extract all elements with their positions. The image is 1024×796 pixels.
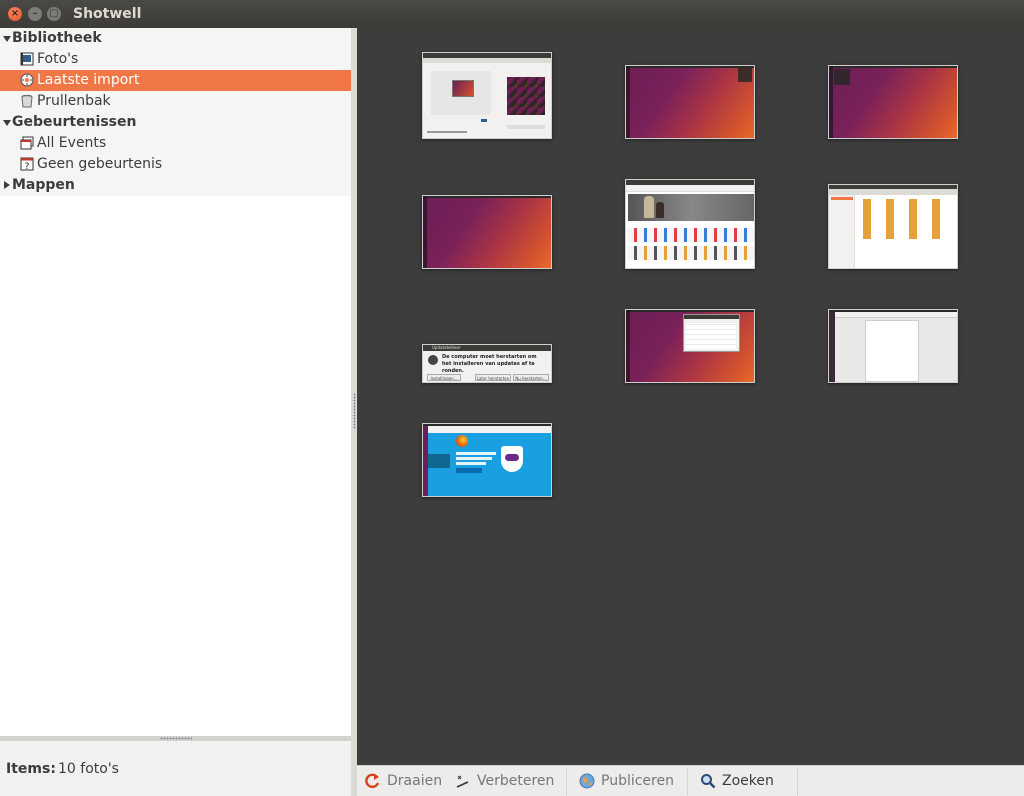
grip-dots bbox=[160, 737, 192, 740]
publish-globe-icon bbox=[579, 773, 595, 789]
sidebar-item-no-event[interactable]: ? Geen gebeurtenis bbox=[0, 154, 351, 175]
photo-thumbnail[interactable] bbox=[828, 184, 958, 269]
update-dialog-message: De computer moet herstarten om het insta… bbox=[442, 354, 537, 374]
sidebar-item-label: Laatste import bbox=[37, 72, 140, 88]
sidebar-category-folders[interactable]: Mappen bbox=[0, 175, 351, 196]
photo-thumbnail[interactable] bbox=[828, 65, 958, 139]
events-icon bbox=[20, 136, 34, 150]
sidebar: Bibliotheek Foto's Laatste import Prulle… bbox=[0, 28, 351, 796]
sidebar-item-photos[interactable]: Foto's bbox=[0, 49, 351, 70]
items-count-value: 10 foto's bbox=[58, 761, 119, 777]
sidebar-empty-area bbox=[0, 196, 351, 736]
update-dialog-restart-now-button: Nu herstarten... bbox=[513, 374, 549, 381]
publish-button-label: Publiceren bbox=[601, 773, 674, 789]
firefox-logo-icon bbox=[456, 435, 468, 447]
search-button-label: Zoeken bbox=[722, 773, 774, 789]
sidebar-item-all-events[interactable]: All Events bbox=[0, 133, 351, 154]
sidebar-item-label: All Events bbox=[37, 135, 107, 151]
photo-thumbnail[interactable] bbox=[625, 65, 755, 139]
toolbar-separator bbox=[687, 768, 688, 795]
expander-down-icon[interactable] bbox=[3, 120, 11, 126]
sidebar-category-label: Mappen bbox=[12, 177, 75, 193]
update-dialog-thumbnail[interactable]: Updatebeheer De computer moet herstarten… bbox=[422, 344, 552, 383]
update-dialog-settings-button: Instellingen... bbox=[427, 374, 461, 381]
status-area: Items: 10 foto's bbox=[0, 741, 351, 796]
enhance-wand-icon bbox=[456, 775, 469, 788]
expander-down-icon[interactable] bbox=[3, 36, 11, 42]
items-count-label: Items: bbox=[6, 761, 56, 777]
sidebar-category-events[interactable]: Gebeurtenissen bbox=[0, 112, 351, 133]
search-icon bbox=[701, 774, 716, 789]
last-import-icon bbox=[20, 73, 34, 87]
toolbar-separator bbox=[566, 768, 567, 795]
close-window-button[interactable]: × bbox=[8, 7, 22, 21]
toolbar-separator bbox=[797, 768, 798, 795]
maximize-window-button[interactable]: □ bbox=[47, 7, 61, 21]
sidebar-tree: Bibliotheek Foto's Laatste import Prulle… bbox=[0, 28, 351, 196]
sidebar-item-label: Foto's bbox=[37, 51, 79, 67]
photo-thumbnail[interactable] bbox=[422, 423, 552, 497]
photo-thumbnail[interactable] bbox=[422, 52, 552, 139]
sidebar-item-trash[interactable]: Prullenbak bbox=[0, 91, 351, 112]
sidebar-category-label: Gebeurtenissen bbox=[12, 114, 137, 130]
enhance-button-label: Verbeteren bbox=[477, 773, 555, 789]
photo-thumbnail[interactable] bbox=[625, 179, 755, 269]
sidebar-item-label: Geen gebeurtenis bbox=[37, 156, 163, 172]
warning-icon bbox=[428, 355, 438, 365]
sidebar-item-label: Prullenbak bbox=[37, 93, 111, 109]
expander-right-icon[interactable] bbox=[4, 181, 10, 189]
update-dialog-restart-later-button: Later herstarten bbox=[475, 374, 511, 381]
title-bar: × – □ Shotwell bbox=[0, 0, 1024, 28]
sidebar-item-last-import[interactable]: Laatste import bbox=[0, 70, 351, 91]
photo-thumbnail[interactable] bbox=[422, 195, 552, 269]
update-dialog-title: Updatebeheer bbox=[432, 345, 461, 350]
photo-thumbnail[interactable] bbox=[828, 309, 958, 383]
rotate-button-label: Draaien bbox=[387, 773, 443, 789]
sidebar-category-library[interactable]: Bibliotheek bbox=[0, 28, 351, 49]
sidebar-category-label: Bibliotheek bbox=[12, 30, 102, 46]
trash-icon bbox=[21, 94, 33, 108]
grip-dots bbox=[353, 393, 356, 429]
svg-text:?: ? bbox=[25, 162, 30, 171]
rotate-icon bbox=[365, 773, 380, 789]
photo-thumbnail[interactable] bbox=[625, 309, 755, 383]
photos-icon bbox=[20, 52, 34, 66]
minimize-window-button[interactable]: – bbox=[28, 7, 42, 21]
photo-viewer[interactable]: Updatebeheer De computer moet herstarten… bbox=[357, 28, 1024, 765]
no-event-icon: ? bbox=[20, 157, 34, 171]
bottom-toolbar: Draaien Verbeteren Publiceren Zoeken bbox=[357, 765, 1024, 796]
window-title: Shotwell bbox=[73, 6, 142, 22]
